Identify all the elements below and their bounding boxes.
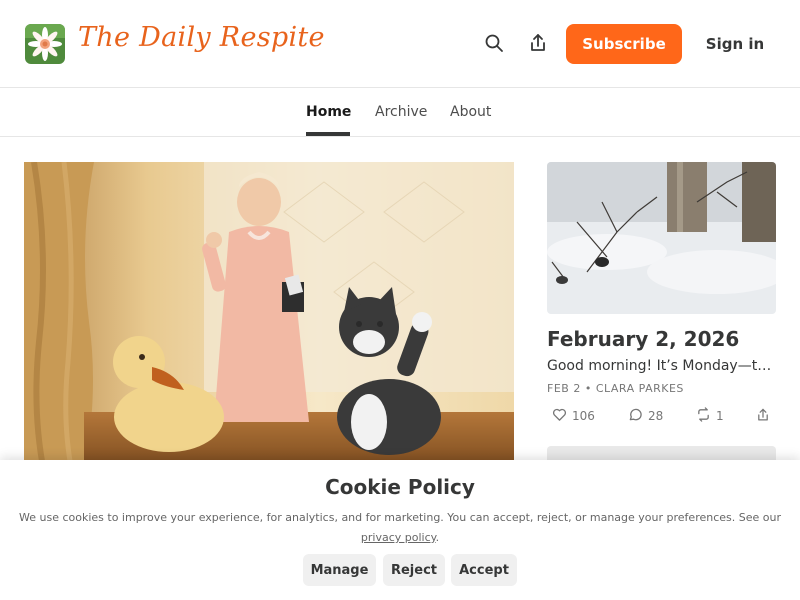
- site-header: The Daily Respite Subscribe Sign in: [0, 0, 800, 88]
- featured-post-image[interactable]: [24, 162, 514, 472]
- cookie-title: Cookie Policy: [325, 475, 475, 499]
- like-button[interactable]: 106: [552, 407, 595, 425]
- share-icon: [756, 408, 770, 425]
- restack-icon: [696, 407, 711, 425]
- like-count: 106: [572, 409, 595, 423]
- restack-button[interactable]: 1: [696, 407, 724, 425]
- restack-count: 1: [716, 409, 724, 423]
- heart-icon: [552, 407, 567, 425]
- post-author[interactable]: CLARA PARKES: [596, 382, 684, 395]
- manage-cookies-button[interactable]: Manage: [303, 554, 376, 586]
- post-date: FEB 2: [547, 382, 581, 395]
- active-tab-indicator: [306, 132, 350, 136]
- site-title[interactable]: The Daily Respite: [78, 22, 325, 53]
- post-thumbnail[interactable]: [547, 162, 776, 314]
- site-logo[interactable]: [25, 24, 65, 64]
- post-subtitle: Good morning! It’s Monday—the second day…: [547, 358, 776, 374]
- comment-icon: [628, 407, 643, 425]
- cookie-text: We use cookies to improve your experienc…: [19, 511, 781, 544]
- reject-cookies-button[interactable]: Reject: [383, 554, 445, 586]
- post-meta: FEB 2 • CLARA PARKES: [547, 382, 684, 395]
- nav-item-about[interactable]: About: [450, 104, 491, 120]
- cookie-banner: Cookie Policy We use cookies to improve …: [0, 460, 800, 600]
- accept-cookies-button[interactable]: Accept: [451, 554, 517, 586]
- post-title[interactable]: February 2, 2026: [547, 327, 739, 351]
- search-icon[interactable]: [482, 31, 506, 55]
- comment-button[interactable]: 28: [628, 407, 663, 425]
- cookie-description: We use cookies to improve your experienc…: [19, 511, 781, 524]
- main-nav: Home Archive About: [0, 88, 800, 137]
- post-share-button[interactable]: [756, 407, 770, 425]
- nav-item-archive[interactable]: Archive: [375, 104, 427, 120]
- sign-in-button[interactable]: Sign in: [698, 24, 772, 64]
- subscribe-button[interactable]: Subscribe: [566, 24, 682, 64]
- privacy-policy-link[interactable]: privacy policy: [361, 531, 436, 544]
- nav-item-home[interactable]: Home: [306, 104, 351, 120]
- comment-count: 28: [648, 409, 664, 423]
- share-icon[interactable]: [526, 31, 550, 55]
- meta-separator: •: [584, 382, 596, 395]
